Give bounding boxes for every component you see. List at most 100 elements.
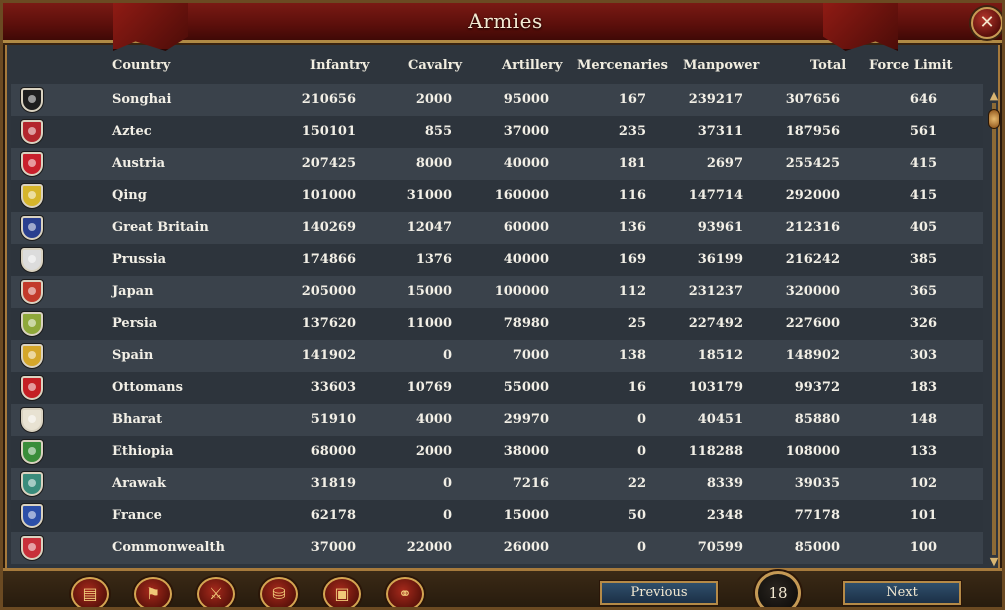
cell-total: 255425: [785, 156, 840, 171]
cell-country[interactable]: Ottomans: [112, 380, 183, 395]
close-button[interactable]: ✕: [971, 7, 1002, 39]
cell-cavalry: 11000: [406, 316, 452, 331]
cell-country[interactable]: Qing: [112, 188, 147, 203]
cell-total: 85000: [794, 540, 840, 555]
cell-force-limit: 102: [909, 476, 937, 491]
scroll-up-arrow-icon[interactable]: ▲: [987, 89, 1001, 103]
cell-force-limit: 415: [909, 156, 937, 171]
cell-cavalry: 10769: [406, 380, 452, 395]
country-flag-shield-icon[interactable]: [21, 152, 43, 176]
table-row[interactable]: Arawak 31819 0 7216 22 8339 39035 102: [11, 468, 983, 500]
header-country[interactable]: Country: [112, 58, 170, 73]
flag-button[interactable]: ⚑: [134, 577, 172, 607]
cell-country[interactable]: Songhai: [112, 92, 171, 107]
table-row[interactable]: Songhai 210656 2000 95000 167 239217 307656 646: [11, 84, 983, 116]
cell-mercenaries: 235: [618, 124, 646, 139]
table-row[interactable]: Qing 101000 31000 160000 116 147714 292000 415: [11, 180, 983, 212]
cell-country[interactable]: Spain: [112, 348, 153, 363]
country-flag-shield-icon[interactable]: [21, 280, 43, 304]
cell-force-limit: 183: [909, 380, 937, 395]
table-row[interactable]: Aztec 150101 855 37000 235 37311 187956 561: [11, 116, 983, 148]
country-flag-shield-icon[interactable]: [21, 248, 43, 272]
cell-country[interactable]: Commonwealth: [112, 540, 225, 555]
cell-total: 307656: [785, 92, 840, 107]
scrollbar[interactable]: ▲ ▼: [987, 89, 1001, 569]
cell-country[interactable]: Great Britain: [112, 220, 209, 235]
country-flag-shield-icon[interactable]: [21, 472, 43, 496]
country-flag-shield-icon[interactable]: [21, 504, 43, 528]
page-number: 18: [755, 571, 801, 607]
country-flag-shield-icon[interactable]: [21, 184, 43, 208]
header-artillery[interactable]: Artillery: [502, 58, 562, 73]
next-button[interactable]: Next: [843, 581, 961, 605]
cell-country[interactable]: Aztec: [112, 124, 152, 139]
cell-cavalry: 0: [442, 508, 452, 523]
crossed-swords-button[interactable]: ⚔: [197, 577, 235, 607]
cell-force-limit: 405: [909, 220, 937, 235]
country-flag-shield-icon[interactable]: [21, 536, 43, 560]
scroll-thumb[interactable]: [988, 109, 1000, 129]
cell-country[interactable]: Persia: [112, 316, 157, 331]
handshake-button[interactable]: ⚭: [386, 577, 424, 607]
cell-total: 85880: [794, 412, 840, 427]
table-row[interactable]: Persia 137620 11000 78980 25 227492 227600 326: [11, 308, 983, 340]
table-row[interactable]: Spain 141902 0 7000 138 18512 148902 303: [11, 340, 983, 372]
ledger-button[interactable]: ▤: [71, 577, 109, 607]
country-flag-shield-icon[interactable]: [21, 88, 43, 112]
cell-country[interactable]: Ethiopia: [112, 444, 173, 459]
cell-cavalry: 0: [442, 476, 452, 491]
table-row[interactable]: Bharat 51910 4000 29970 0 40451 85880 148: [11, 404, 983, 436]
table-row[interactable]: Commonwealth 37000 22000 26000 0 70599 85000 10…: [11, 532, 983, 564]
cell-force-limit: 148: [909, 412, 937, 427]
cell-cavalry: 12047: [406, 220, 452, 235]
table-row[interactable]: Austria 207425 8000 40000 181 2697 255425 415: [11, 148, 983, 180]
header-infantry[interactable]: Infantry: [310, 58, 369, 73]
cell-infantry: 210656: [301, 92, 356, 107]
header-manpower[interactable]: Manpower: [683, 58, 759, 73]
country-flag-shield-icon[interactable]: [21, 312, 43, 336]
scroll-track[interactable]: [992, 103, 996, 555]
armies-window: Armies ✕ Country Infantry Cavalry Artill…: [0, 0, 1005, 610]
cell-country[interactable]: Prussia: [112, 252, 166, 267]
cell-country[interactable]: Austria: [112, 156, 165, 171]
table-row[interactable]: Ottomans 33603 10769 55000 16 103179 99372 183: [11, 372, 983, 404]
table-row[interactable]: Japan 205000 15000 100000 112 231237 320000 365: [11, 276, 983, 308]
trade-goods-button[interactable]: ▣: [323, 577, 361, 607]
cell-mercenaries: 25: [627, 316, 646, 331]
cell-country[interactable]: Japan: [112, 284, 154, 299]
table-row[interactable]: France 62178 0 15000 50 2348 77178 101: [11, 500, 983, 532]
title-bar: Armies ✕: [3, 3, 1002, 51]
cell-country[interactable]: Bharat: [112, 412, 162, 427]
table-row[interactable]: Ethiopia 68000 2000 38000 0 118288 108000 133: [11, 436, 983, 468]
header-total[interactable]: Total: [810, 58, 846, 73]
cell-mercenaries: 112: [618, 284, 646, 299]
country-flag-shield-icon[interactable]: [21, 344, 43, 368]
cell-manpower: 231237: [688, 284, 743, 299]
crossed-swords-icon: ⚔: [208, 584, 224, 603]
header-mercenaries[interactable]: Mercenaries: [577, 58, 668, 73]
cell-artillery: 7216: [512, 476, 549, 491]
country-flag-shield-icon[interactable]: [21, 376, 43, 400]
country-flag-shield-icon[interactable]: [21, 120, 43, 144]
previous-button[interactable]: Previous: [600, 581, 718, 605]
country-flag-shield-icon[interactable]: [21, 440, 43, 464]
country-flag-shield-icon[interactable]: [21, 216, 43, 240]
cell-country[interactable]: Arawak: [112, 476, 166, 491]
scroll-down-arrow-icon[interactable]: ▼: [987, 555, 1001, 569]
header-cavalry[interactable]: Cavalry: [408, 58, 462, 73]
coins-button[interactable]: ⛁: [260, 577, 298, 607]
cell-manpower: 227492: [688, 316, 743, 331]
cell-manpower: 118288: [688, 444, 743, 459]
cell-total: 216242: [785, 252, 840, 267]
country-flag-shield-icon[interactable]: [21, 408, 43, 432]
cell-artillery: 55000: [503, 380, 549, 395]
cell-infantry: 68000: [310, 444, 356, 459]
header-force-limit[interactable]: Force Limit: [869, 58, 953, 73]
cell-cavalry: 31000: [406, 188, 452, 203]
cell-country[interactable]: France: [112, 508, 162, 523]
cell-force-limit: 133: [909, 444, 937, 459]
table-row[interactable]: Prussia 174866 1376 40000 169 36199 216242 385: [11, 244, 983, 276]
table-row[interactable]: Great Britain 140269 12047 60000 136 93961 212…: [11, 212, 983, 244]
cell-artillery: 95000: [503, 92, 549, 107]
cell-infantry: 101000: [301, 188, 356, 203]
